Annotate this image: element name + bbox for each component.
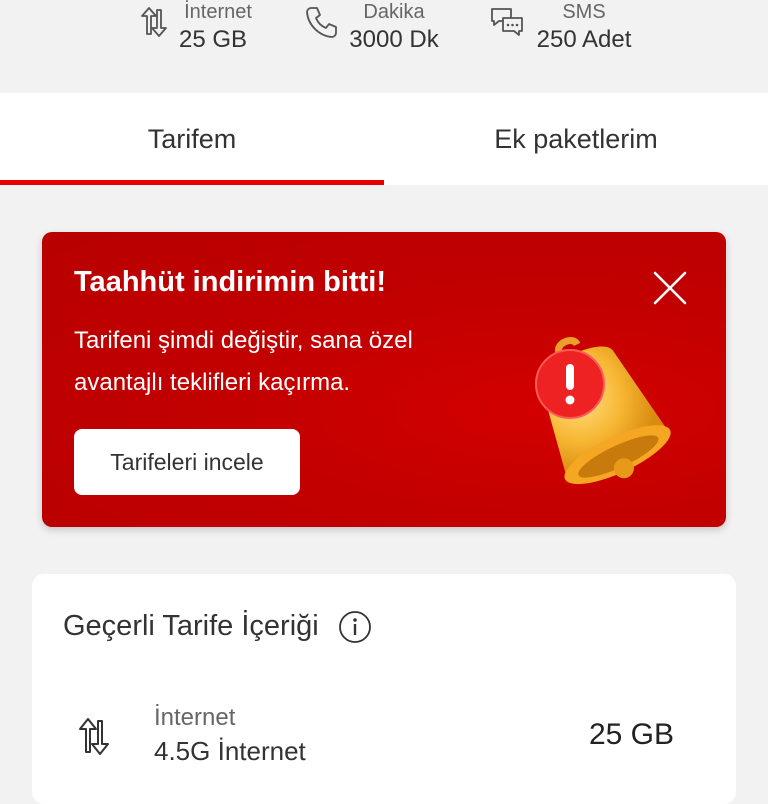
- summary-internet-value: 25 GB: [178, 26, 248, 53]
- chat-bubbles-icon: [491, 8, 523, 36]
- tab-ek-paketlerim-label: Ek paketlerim: [494, 123, 658, 154]
- info-icon[interactable]: [338, 610, 372, 644]
- row-internet-sublabel: 4.5G İnternet: [154, 736, 306, 766]
- tab-bar: Tarifem Ek paketlerim: [0, 93, 768, 185]
- data-transfer-icon: [79, 718, 109, 755]
- bell-alert-icon: [535, 337, 671, 485]
- summary-sms-value: 250 Adet: [536, 26, 632, 53]
- view-tariffs-button[interactable]: Tarifeleri incele: [74, 429, 300, 495]
- active-tab-indicator: [0, 180, 384, 185]
- summary-sms-label: SMS: [562, 1, 606, 23]
- data-transfer-icon: [141, 7, 167, 37]
- view-tariffs-button-label: Tarifeleri incele: [110, 448, 264, 475]
- tariff-content-card: Geçerli Tarife İçeriği İnternet 4.5G İnt…: [32, 574, 736, 804]
- commitment-promo-banner: Taahhüt indirimin bitti! Tarifeni şimdi …: [42, 232, 726, 527]
- summary-internet-label: İnternet: [184, 1, 252, 23]
- summary-minutes-label: Dakika: [363, 1, 425, 23]
- card-title: Geçerli Tarife İçeriği: [63, 610, 319, 642]
- promo-text: Tarifeni şimdi değiştir, sana özel avant…: [74, 327, 413, 396]
- summary-minutes-value: 3000 Dk: [349, 26, 439, 53]
- tab-ek-paketlerim[interactable]: Ek paketlerim: [384, 93, 768, 185]
- close-icon[interactable]: [650, 268, 690, 308]
- row-internet-value: 25 GB: [588, 718, 674, 751]
- tab-tarifem-label: Tarifem: [147, 123, 237, 154]
- phone-icon: [306, 7, 337, 38]
- promo-title: Taahhüt indirimin bitti!: [74, 266, 386, 298]
- plan-summary: İnternet 25 GB Dakika 3000 Dk SMS 250 Ad…: [0, 0, 768, 93]
- row-internet-label: İnternet: [154, 704, 236, 731]
- tab-tarifem[interactable]: Tarifem: [0, 93, 384, 185]
